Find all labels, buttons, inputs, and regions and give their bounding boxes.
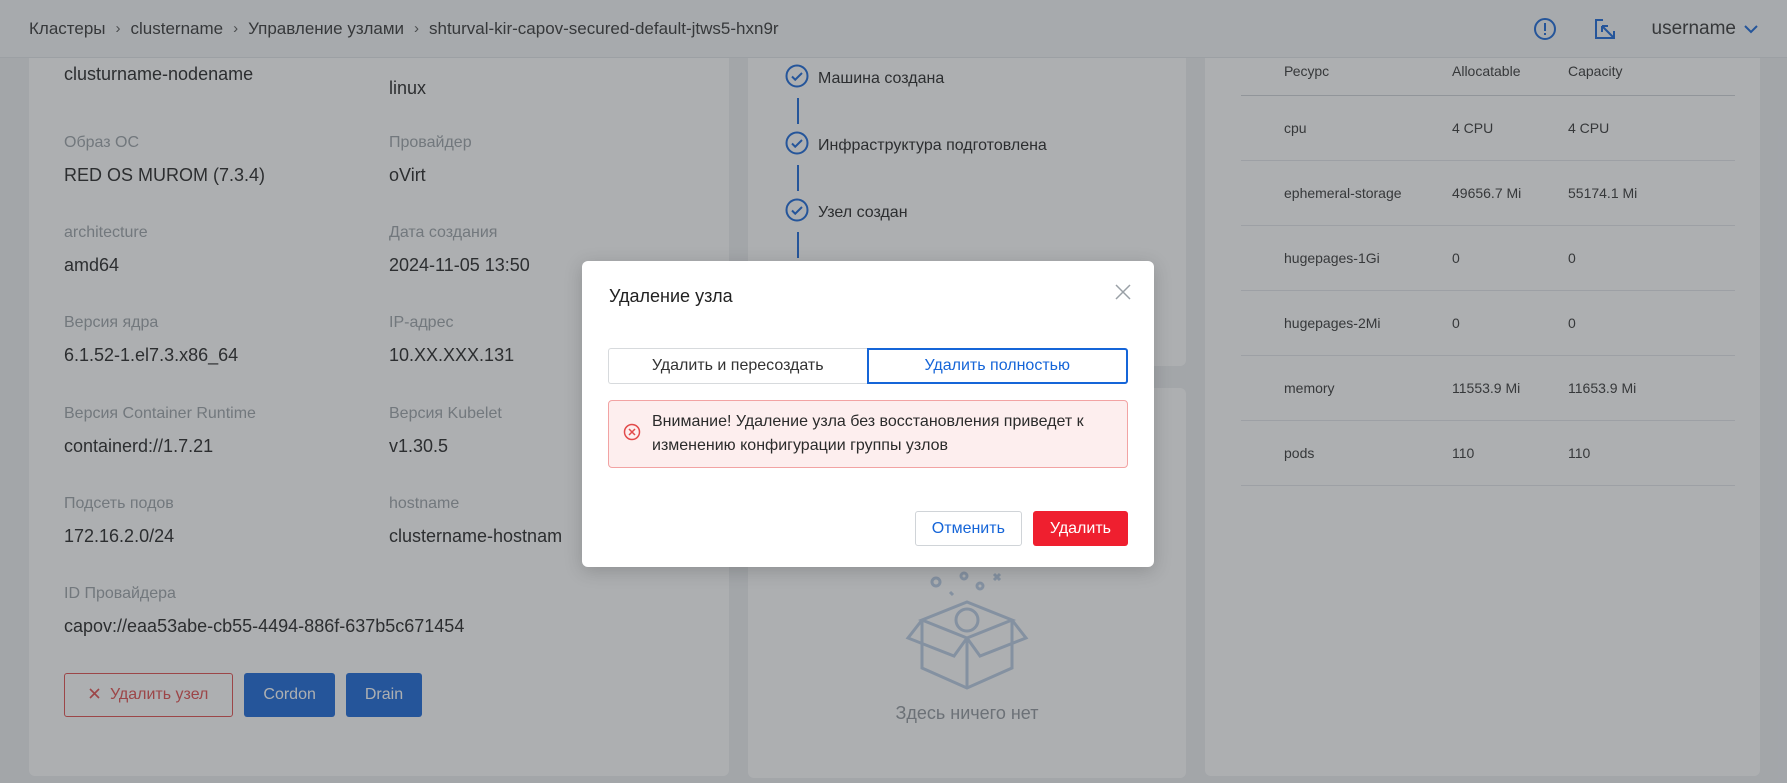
warning-text: Внимание! Удаление узла без восстановлен… (652, 413, 1084, 454)
option-delete-recreate[interactable]: Удалить и пересоздать (608, 348, 867, 384)
warning-alert: Внимание! Удаление узла без восстановлен… (608, 400, 1128, 468)
cancel-button[interactable]: Отменить (914, 511, 1022, 546)
error-circle-icon (623, 423, 641, 446)
delete-node-dialog: Удаление узла Удалить и пересоздать Удал… (582, 261, 1154, 567)
option-delete-fully[interactable]: Удалить полностью (866, 348, 1128, 384)
confirm-delete-button[interactable]: Удалить (1032, 511, 1128, 546)
delete-mode-switch: Удалить и пересоздать Удалить полностью (608, 348, 1128, 384)
close-icon[interactable] (1114, 283, 1132, 301)
dialog-title: Удаление узла (609, 286, 733, 306)
